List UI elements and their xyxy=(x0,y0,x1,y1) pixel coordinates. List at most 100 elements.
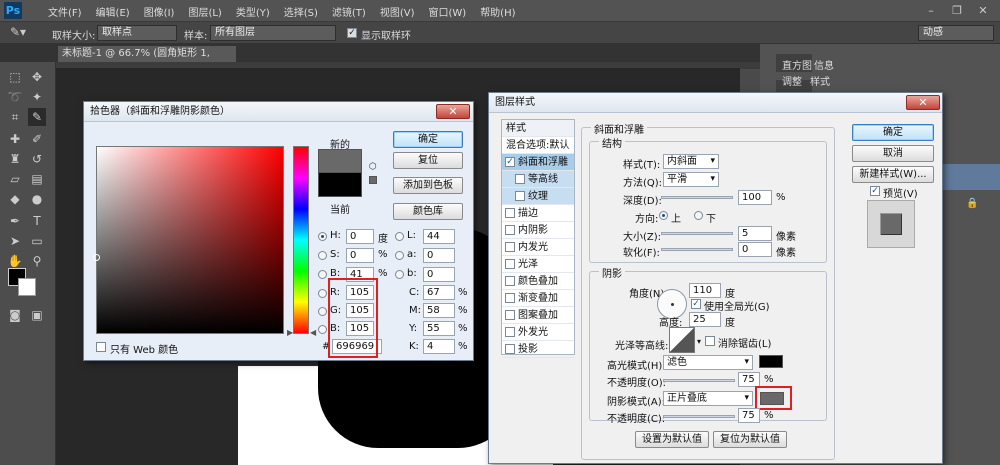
style-item-stroke[interactable]: 描边 xyxy=(502,205,574,222)
menu-type[interactable]: 类型(Y) xyxy=(236,4,270,19)
style-item-contour[interactable]: 等高线 xyxy=(502,171,574,188)
gloss-contour-dropdown-icon[interactable]: ▾ xyxy=(697,337,701,346)
hue-slider[interactable] xyxy=(293,146,309,334)
opacity1-field[interactable]: 75 xyxy=(738,372,760,387)
saturation-brightness-field[interactable] xyxy=(93,146,284,334)
tab-histogram[interactable]: 直方图 xyxy=(782,57,812,72)
dodge-tool-icon[interactable]: ● xyxy=(28,190,46,208)
direction-down-radio[interactable] xyxy=(694,211,703,220)
angle-field[interactable]: 110 xyxy=(689,283,721,298)
opacity1-slider[interactable] xyxy=(663,379,735,382)
a-radio[interactable] xyxy=(395,251,404,260)
lasso-tool-icon[interactable]: ➰ xyxy=(6,88,24,106)
outer-glow-checkbox[interactable] xyxy=(505,327,515,337)
menu-window[interactable]: 窗口(W) xyxy=(428,4,466,19)
minimize-icon[interactable]: – xyxy=(918,2,944,19)
zoom-tool-icon[interactable]: ⚲ xyxy=(28,252,46,270)
blend-options-item[interactable]: 混合选项:默认 xyxy=(502,137,574,154)
document-tab[interactable]: 未标题-1 @ 66.7% (圆角矩形 1, RGB/8) * xyxy=(58,46,236,75)
inner-shadow-checkbox[interactable] xyxy=(505,225,515,235)
menu-select[interactable]: 选择(S) xyxy=(284,4,318,19)
sample-dropdown[interactable]: 所有图层 xyxy=(210,25,336,41)
opacity2-slider[interactable] xyxy=(663,415,735,418)
pen-tool-icon[interactable]: ✒ xyxy=(6,212,24,230)
selected-layer-row[interactable] xyxy=(940,164,1000,190)
style-item-color-overlay[interactable]: 颜色叠加 xyxy=(502,273,574,290)
move-tool-icon[interactable]: ✥ xyxy=(28,68,46,86)
size-slider[interactable] xyxy=(661,232,733,235)
s-field[interactable]: 0 xyxy=(346,248,374,263)
web-safe-swatch[interactable] xyxy=(369,176,377,184)
s-radio[interactable] xyxy=(318,251,327,260)
color-picker-reset-button[interactable]: 复位 xyxy=(393,152,463,169)
eraser-tool-icon[interactable]: ▱ xyxy=(6,170,24,188)
l-radio[interactable] xyxy=(395,232,404,241)
satin-checkbox[interactable] xyxy=(505,259,515,269)
size-field[interactable]: 5 xyxy=(738,226,772,241)
r-radio[interactable] xyxy=(318,289,327,298)
a-field[interactable]: 0 xyxy=(423,248,455,263)
maximize-icon[interactable]: ❐ xyxy=(944,2,970,19)
blur-tool-icon[interactable]: ◆ xyxy=(6,190,24,208)
menu-edit[interactable]: 编辑(E) xyxy=(96,4,130,19)
highlight-mode-dropdown[interactable]: 滤色 xyxy=(663,355,753,370)
y-field[interactable]: 55 xyxy=(423,321,455,336)
menu-image[interactable]: 图像(I) xyxy=(144,4,175,19)
style-item-satin[interactable]: 光泽 xyxy=(502,256,574,273)
style-item-bevel[interactable]: ✓ 斜面和浮雕 xyxy=(502,154,574,171)
h-radio[interactable] xyxy=(318,232,327,241)
screen-mode-icon[interactable]: ▣ xyxy=(28,306,46,324)
contour-checkbox[interactable] xyxy=(515,174,525,184)
style-item-outer-glow[interactable]: 外发光 xyxy=(502,324,574,341)
type-tool-icon[interactable]: T xyxy=(28,212,46,230)
menu-filter[interactable]: 滤镜(T) xyxy=(332,4,366,19)
color-picker-close-button[interactable]: ✕ xyxy=(436,104,470,119)
hue-slider-handle-right[interactable]: ◀ xyxy=(310,328,316,337)
path-select-icon[interactable]: ➤ xyxy=(6,232,24,250)
background-color-swatch[interactable] xyxy=(18,278,36,296)
depth-slider[interactable] xyxy=(661,196,733,199)
b-radio[interactable] xyxy=(318,270,327,279)
tab-adjustments[interactable]: 调整 xyxy=(782,73,802,88)
style-item-drop-shadow[interactable]: 投影 xyxy=(502,341,574,358)
add-to-swatches-button[interactable]: 添加到色板 xyxy=(393,177,463,194)
stamp-tool-icon[interactable]: ♜ xyxy=(6,150,24,168)
close-icon[interactable]: ✕ xyxy=(970,2,996,19)
style-dropdown[interactable]: 内斜面 xyxy=(663,154,719,169)
magic-wand-icon[interactable]: ✦ xyxy=(28,88,46,106)
color-libraries-button[interactable]: 颜色库 xyxy=(393,203,463,220)
technique-dropdown[interactable]: 平滑 xyxy=(663,172,719,187)
opacity2-field[interactable]: 75 xyxy=(738,408,760,423)
style-item-inner-shadow[interactable]: 内阴影 xyxy=(502,222,574,239)
style-item-gradient-overlay[interactable]: 渐变叠加 xyxy=(502,290,574,307)
gradient-overlay-checkbox[interactable] xyxy=(505,293,515,303)
inner-glow-checkbox[interactable] xyxy=(505,242,515,252)
lab-b-radio[interactable] xyxy=(395,270,404,279)
depth-field[interactable]: 100 xyxy=(738,190,772,205)
soften-slider[interactable] xyxy=(661,248,733,251)
soften-field[interactable]: 0 xyxy=(738,242,772,257)
reset-default-button[interactable]: 复位为默认值 xyxy=(713,431,787,448)
drop-shadow-checkbox[interactable] xyxy=(505,344,515,354)
color-overlay-checkbox[interactable] xyxy=(505,276,515,286)
eyedropper-tool-icon[interactable]: ✎ xyxy=(28,108,46,126)
preview-checkbox[interactable]: ✓ xyxy=(870,186,880,196)
direction-up-radio[interactable] xyxy=(659,211,668,220)
lab-b-field[interactable]: 0 xyxy=(423,267,455,282)
quick-mask-icon[interactable]: ◙ xyxy=(6,306,24,324)
texture-checkbox[interactable] xyxy=(515,191,525,201)
color-picker-ok-button[interactable]: 确定 xyxy=(393,131,463,148)
web-only-checkbox[interactable] xyxy=(96,342,106,352)
h-field[interactable]: 0 xyxy=(346,229,374,244)
hue-slider-handle-left[interactable]: ▶ xyxy=(287,328,293,337)
blue-radio[interactable] xyxy=(318,325,327,334)
shadow-mode-dropdown[interactable]: 正片叠底 xyxy=(663,391,753,406)
style-item-texture[interactable]: 纹理 xyxy=(502,188,574,205)
menu-help[interactable]: 帮助(H) xyxy=(480,4,515,19)
gradient-tool-icon[interactable]: ▤ xyxy=(28,170,46,188)
menu-view[interactable]: 视图(V) xyxy=(380,4,415,19)
make-default-button[interactable]: 设置为默认值 xyxy=(635,431,709,448)
sample-size-dropdown[interactable]: 取样点 xyxy=(97,25,177,41)
layer-style-close-button[interactable]: ✕ xyxy=(906,95,940,110)
highlight-color-swatch[interactable] xyxy=(759,355,783,368)
